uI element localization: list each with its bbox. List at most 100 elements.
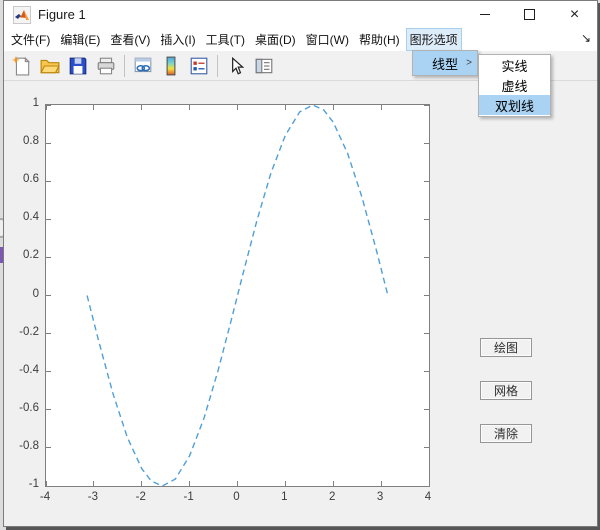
maximize-icon (524, 9, 535, 20)
axis-tick (380, 105, 382, 110)
tick-label: 0.8 (23, 135, 39, 148)
close-button[interactable]: × (552, 1, 597, 28)
maximize-button[interactable] (507, 1, 552, 28)
tick-label: 1 (32, 97, 39, 109)
axis-tick (424, 447, 429, 449)
tick-label: 4 (424, 491, 432, 503)
menu-item-line-type[interactable]: 线型 > (413, 51, 477, 75)
line-type-submenu: 实线 虚线 双划线 (478, 54, 551, 117)
tick-label: -0.4 (19, 363, 39, 376)
axis-tick (424, 295, 429, 296)
edit-plot-icon[interactable] (226, 56, 246, 76)
minimize-button[interactable] (462, 1, 507, 28)
tick-label: 2 (329, 491, 336, 503)
tick-label: -0.6 (19, 401, 39, 414)
property-editor-icon[interactable] (254, 56, 274, 76)
axis-tick (141, 481, 143, 486)
axis-tick (424, 371, 429, 373)
submenu-arrow-icon: > (466, 57, 472, 69)
plot-button[interactable]: 绘图 (480, 338, 532, 357)
menu-desktop[interactable]: 桌面(D) (251, 28, 300, 51)
menu-help[interactable]: 帮助(H) (355, 28, 404, 51)
axis-tick (332, 481, 334, 486)
menu-item-dash-dot-line[interactable]: 双划线 (479, 95, 550, 115)
axis-tick (46, 295, 51, 296)
axis-tick (424, 104, 429, 106)
menu-insert[interactable]: 插入(I) (156, 28, 199, 51)
tick-label: -1 (28, 478, 39, 490)
menu-view[interactable]: 查看(V) (106, 28, 154, 51)
grid-button[interactable]: 网格 (480, 381, 532, 400)
menu-bar: 文件(F) 编辑(E) 查看(V) 插入(I) 工具(T) 桌面(D) 窗口(W… (4, 28, 597, 51)
axis-tick (46, 447, 51, 449)
axis-tick (93, 481, 95, 486)
tick-label: 1 (281, 491, 288, 503)
graph-options-menu: 线型 > (412, 50, 478, 76)
print-icon[interactable] (96, 56, 116, 76)
window-title: Figure 1 (38, 7, 86, 22)
save-icon[interactable] (68, 56, 88, 76)
dock-arrow-icon[interactable]: ↘ (581, 32, 591, 44)
axis-tick (424, 256, 429, 258)
clear-button[interactable]: 清除 (480, 424, 532, 443)
menu-item-line-type-label: 线型 (431, 56, 458, 72)
axis-tick (424, 142, 429, 144)
title-bar[interactable]: Figure 1 × (4, 1, 597, 28)
toolbar-separator (217, 54, 218, 77)
tick-label: 0 (233, 491, 240, 503)
axis-tick (332, 105, 334, 110)
axis-tick (424, 180, 429, 182)
tick-label: -2 (135, 491, 146, 503)
tick-label: 0.4 (23, 211, 39, 224)
axis-tick (46, 333, 51, 335)
insert-legend-icon[interactable] (189, 56, 209, 76)
menu-edit[interactable]: 编辑(E) (56, 28, 104, 51)
axis-tick (46, 256, 51, 258)
plot-axes (45, 104, 430, 487)
axis-tick (424, 409, 429, 411)
menu-item-solid-line-label: 实线 (501, 58, 528, 74)
axis-tick (424, 333, 429, 335)
axis-tick (46, 409, 51, 411)
menu-tools[interactable]: 工具(T) (202, 28, 249, 51)
menu-item-dash-dot-line-label: 双划线 (494, 98, 534, 114)
insert-colorbar-icon[interactable] (161, 56, 181, 76)
tick-label: 0.2 (23, 249, 39, 262)
axis-tick (46, 485, 51, 487)
axis-tick (380, 481, 382, 486)
new-document-icon[interactable] (12, 56, 32, 76)
axis-tick (93, 105, 95, 110)
window-controls: × (462, 1, 597, 28)
axis-tick (141, 105, 143, 110)
axis-tick (284, 105, 286, 110)
axis-tick (424, 218, 429, 220)
tick-label: -4 (39, 491, 51, 503)
axis-tick (46, 142, 51, 144)
axis-tick (46, 371, 51, 373)
menu-item-solid-line[interactable]: 实线 (479, 55, 550, 75)
menu-file[interactable]: 文件(F) (7, 28, 54, 51)
menu-graph-options[interactable]: 图形选项 (405, 28, 462, 51)
axis-tick (189, 105, 191, 110)
tick-label: -0.8 (19, 439, 39, 452)
minimize-icon (479, 14, 490, 15)
link-plot-icon[interactable] (133, 56, 153, 76)
axis-tick (46, 104, 51, 106)
axis-tick (237, 481, 238, 486)
figure-canvas: -4 -3 -2 -1 0 1 2 3 4 -1 -0.8 -0.6 -0.4 -0.2 0 0.2 0.4 0.… (4, 81, 597, 526)
axis-tick (46, 180, 51, 182)
toolbar-separator (124, 54, 125, 77)
menu-window[interactable]: 窗口(W) (302, 28, 353, 51)
menu-item-dashed-line[interactable]: 虚线 (479, 75, 550, 95)
tick-label: -0.2 (19, 325, 39, 338)
tick-label: -1 (183, 491, 194, 503)
axis-tick (424, 485, 429, 487)
menu-item-dashed-line-label: 虚线 (501, 78, 528, 94)
tick-label: -3 (87, 491, 98, 503)
axis-tick (45, 105, 47, 110)
close-icon: × (569, 5, 580, 23)
open-folder-icon[interactable] (40, 56, 60, 76)
axis-tick (189, 481, 191, 486)
tick-label: 0 (32, 287, 39, 300)
axis-tick (428, 105, 430, 110)
